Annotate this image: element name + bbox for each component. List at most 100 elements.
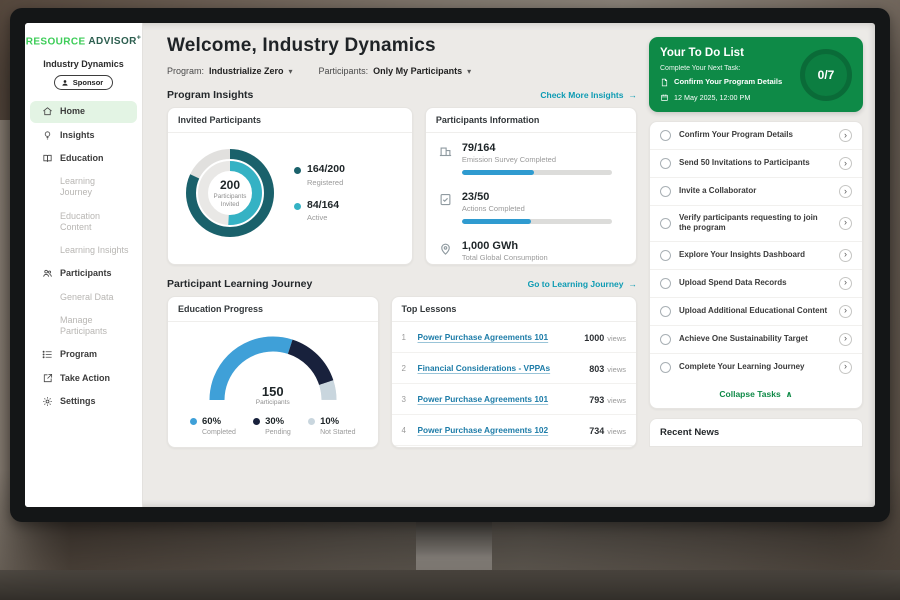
task-checkbox[interactable] xyxy=(660,186,671,197)
task-checkbox[interactable] xyxy=(660,362,671,373)
active-label: Active xyxy=(307,213,339,222)
link-label: Check More Insights xyxy=(540,90,623,100)
lesson-rank: 1 xyxy=(402,333,410,342)
page-title: Welcome, Industry Dynamics xyxy=(167,35,637,57)
todo-summary-card: Your To Do List Complete Your Next Task:… xyxy=(649,37,863,112)
sidebar-item-learning-journey[interactable]: Learning Journey xyxy=(30,171,137,204)
chevron-right-icon[interactable]: › xyxy=(839,157,852,170)
todo-task-row[interactable]: Confirm Your Program Details › xyxy=(650,122,862,150)
sidebar-item-insights[interactable]: Insights xyxy=(30,125,137,146)
chevron-glyph: › xyxy=(844,362,847,371)
sidebar-item-home[interactable]: Home xyxy=(30,101,137,122)
lesson-row[interactable]: 3 Power Purchase Agreements 101 793views xyxy=(392,384,637,415)
sidebar-item-participants[interactable]: Participants xyxy=(30,263,137,284)
chevron-right-icon[interactable]: › xyxy=(839,333,852,346)
task-checkbox[interactable] xyxy=(660,334,671,345)
todo-task-row[interactable]: Upload Spend Data Records › xyxy=(650,270,862,298)
todo-next-task-label: Confirm Your Program Details xyxy=(674,77,782,86)
todo-panel: Your To Do List Complete Your Next Task:… xyxy=(649,23,875,507)
sponsor-badge[interactable]: Sponsor xyxy=(54,75,113,90)
task-checkbox[interactable] xyxy=(660,306,671,317)
recent-news-card[interactable]: Recent News xyxy=(649,418,863,447)
todo-task-row[interactable]: Complete Your Learning Journey › xyxy=(650,354,862,381)
dashboard-screen: RESOURCE ADVISOR+ Industry Dynamics Spon… xyxy=(25,23,875,507)
donut-center-value: 200 xyxy=(220,178,240,192)
check-more-insights-link[interactable]: Check More Insights → xyxy=(540,90,637,100)
task-checkbox[interactable] xyxy=(660,158,671,169)
gear-icon xyxy=(42,396,53,407)
sidebar-item-label: Education xyxy=(60,153,104,164)
invited-donut-chart: 200 Participants Invited xyxy=(180,143,280,243)
sidebar-item-label: Take Action xyxy=(60,373,110,384)
todo-progress-ring: 0/7 xyxy=(800,49,852,101)
todo-task-row[interactable]: Upload Additional Educational Content › xyxy=(650,298,862,326)
task-label: Invite a Collaborator xyxy=(679,186,831,196)
stat-value: 79/164 xyxy=(462,142,624,154)
chevron-right-icon[interactable]: › xyxy=(839,361,852,374)
lesson-row[interactable]: 4 Power Purchase Agreements 102 734views xyxy=(392,415,637,446)
sidebar-item-education-content[interactable]: Education Content xyxy=(30,206,137,239)
monitor-bezel: RESOURCE ADVISOR+ Industry Dynamics Spon… xyxy=(10,8,890,522)
sidebar-item-learning-insights[interactable]: Learning Insights xyxy=(30,240,137,261)
task-checkbox[interactable] xyxy=(660,130,671,141)
sidebar-item-education[interactable]: Education xyxy=(30,148,137,169)
lesson-rank: 4 xyxy=(402,426,410,435)
location-pin-icon xyxy=(438,241,453,256)
task-checkbox[interactable] xyxy=(660,278,671,289)
go-to-learning-journey-link[interactable]: Go to Learning Journey → xyxy=(528,279,637,289)
education-gauge-chart: 150 Participants xyxy=(203,330,343,408)
chevron-glyph: › xyxy=(844,218,847,227)
sidebar-item-general-data[interactable]: General Data xyxy=(30,287,137,308)
program-select[interactable]: Program: Industrialize Zero ▾ xyxy=(167,66,293,76)
lightbulb-icon xyxy=(42,130,53,141)
sidebar-item-manage-participants[interactable]: Manage Participants xyxy=(30,310,137,343)
chevron-right-icon[interactable]: › xyxy=(839,305,852,318)
stat-label: Total Global Consumption xyxy=(462,253,624,262)
lesson-title-link[interactable]: Financial Considerations - VPPAs xyxy=(418,363,582,373)
education-progress-card: Education Progress 150 Participants xyxy=(167,296,379,448)
task-label: Explore Your Insights Dashboard xyxy=(679,250,831,260)
lesson-title-link[interactable]: Power Purchase Agreements 101 xyxy=(418,332,577,342)
lesson-row[interactable]: 1 Power Purchase Agreements 101 1000view… xyxy=(392,322,637,353)
sidebar-item-take-action[interactable]: Take Action xyxy=(30,368,137,389)
registered-value: 164/200 xyxy=(307,164,345,176)
legend-value: 60% xyxy=(202,416,221,427)
todo-task-row[interactable]: Achieve One Sustainability Target › xyxy=(650,326,862,354)
todo-task-row[interactable]: Send 50 Invitations to Participants › xyxy=(650,150,862,178)
lesson-title-link[interactable]: Power Purchase Agreements 102 xyxy=(418,425,582,435)
task-label: Upload Spend Data Records xyxy=(679,278,831,288)
todo-task-row[interactable]: Invite a Collaborator › xyxy=(650,178,862,206)
todo-task-row[interactable]: Verify participants requesting to join t… xyxy=(650,206,862,242)
sidebar-item-program[interactable]: Program xyxy=(30,344,137,365)
participants-select[interactable]: Participants: Only My Participants ▾ xyxy=(319,66,472,76)
todo-next-date: 12 May 2025, 12:00 PM xyxy=(660,92,788,102)
chevron-right-icon[interactable]: › xyxy=(839,129,852,142)
task-checkbox[interactable] xyxy=(660,250,671,261)
sidebar-item-settings[interactable]: Settings xyxy=(30,391,137,412)
lessons-list: 1 Power Purchase Agreements 101 1000view… xyxy=(392,322,637,448)
stat-label: Emission Survey Completed xyxy=(462,155,624,164)
lesson-row[interactable]: 2 Financial Considerations - VPPAs 803vi… xyxy=(392,353,637,384)
program-insights-header: Program Insights Check More Insights → xyxy=(167,89,637,101)
sidebar-item-label: Settings xyxy=(60,396,96,407)
todo-next-task[interactable]: Confirm Your Program Details xyxy=(660,77,788,87)
chevron-right-icon[interactable]: › xyxy=(839,185,852,198)
sidebar-item-label: Insights xyxy=(60,130,95,141)
sidebar-item-label: Participants xyxy=(60,268,112,279)
legend-dot-registered xyxy=(294,167,301,174)
actions-progress-bar xyxy=(462,219,612,224)
lesson-views-value: 1000 xyxy=(584,333,604,343)
task-checkbox[interactable] xyxy=(660,218,671,229)
chevron-right-icon[interactable]: › xyxy=(839,277,852,290)
card-title: Top Lessons xyxy=(392,297,637,322)
lesson-title-link[interactable]: Power Purchase Agreements 101 xyxy=(418,394,582,404)
chevron-right-icon[interactable]: › xyxy=(839,217,852,230)
collapse-tasks-link[interactable]: Collapse Tasks ∧ xyxy=(650,381,862,408)
chevron-right-icon[interactable]: › xyxy=(839,249,852,262)
task-label: Complete Your Learning Journey xyxy=(679,362,831,372)
lesson-row[interactable]: 5 Power Purchase Agreements 103 600views xyxy=(392,446,637,448)
todo-subtitle: Complete Your Next Task: xyxy=(660,65,788,72)
education-card-body: 150 Participants 60% Completed 30% Pendi… xyxy=(168,322,378,436)
todo-task-row[interactable]: Explore Your Insights Dashboard › xyxy=(650,242,862,270)
todo-progress-value: 0/7 xyxy=(818,68,835,82)
